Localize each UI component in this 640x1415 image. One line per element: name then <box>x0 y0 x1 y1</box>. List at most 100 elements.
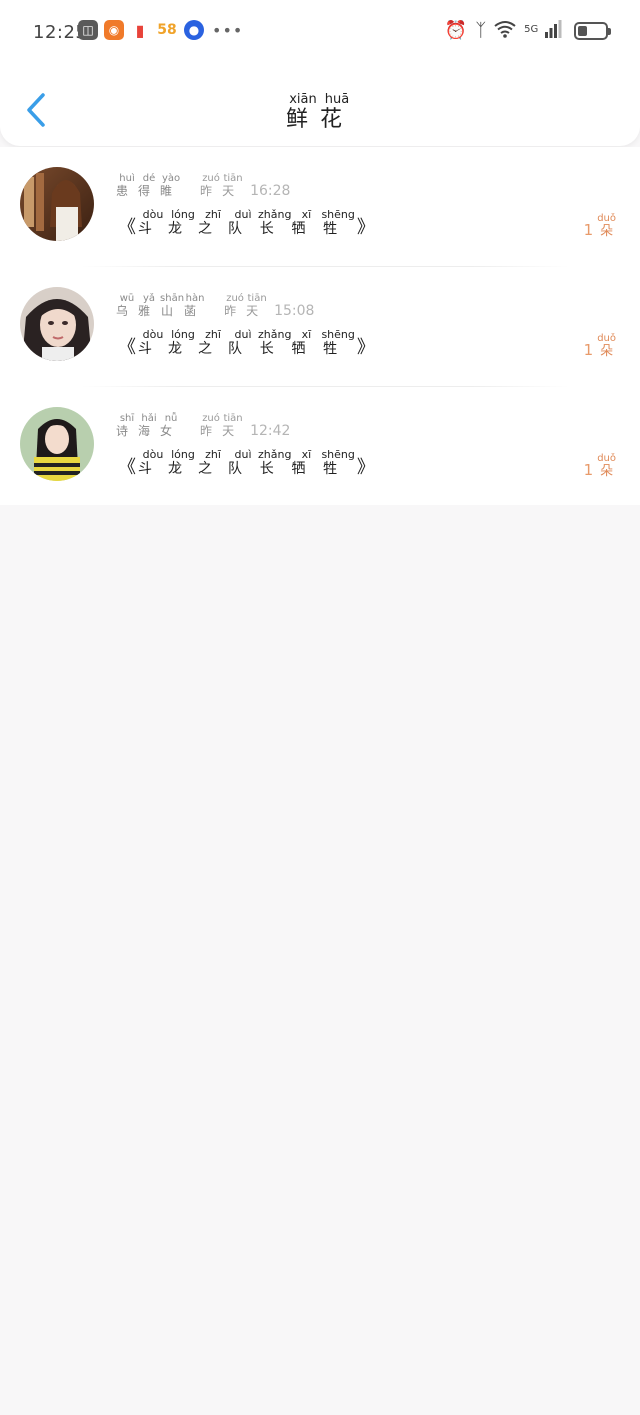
book-title-char: 牺xī <box>291 448 322 477</box>
network-type-label: 5G <box>524 24 539 35</box>
book-title-pinyin: duì <box>228 448 258 461</box>
kuaishou-icon: ◉ <box>104 20 124 40</box>
flower-unit-char: 朵 <box>597 464 616 479</box>
title-pinyin: xiān <box>285 92 320 107</box>
wifi-icon-graphic <box>494 21 516 38</box>
sender-name-pinyin: huì <box>116 173 138 184</box>
book-title-char: 牲shēng <box>321 448 355 477</box>
message-date-char-text: 天 <box>246 304 269 318</box>
sender-name-char-text: 雅 <box>138 304 161 318</box>
open-bracket: 《 <box>118 457 136 478</box>
close-bracket: 》 <box>356 457 375 478</box>
book-title-char-text: 牲 <box>321 341 355 357</box>
flower-unit: 朵duǒ <box>597 453 616 479</box>
message-row[interactable]: 乌wū雅yǎ山shān菡hàn 昨zuó天tiān 15:08 《斗dòu龙lóng之… <box>0 267 640 387</box>
sender-name-pinyin: hǎi <box>138 413 161 424</box>
book-title-pinyin: dòu <box>138 328 168 341</box>
message-text: 《斗dòu龙lóng之zhī队duì长zhǎng牺xī牲shēng 》 <box>118 208 375 238</box>
book-title-char-text: 牲 <box>321 221 355 237</box>
sender-name-pinyin: shān <box>160 293 185 304</box>
header-card: 12:25 ◫ ◉ ▮ 58 ● ••• ⏰ ᛉ 5G 鲜xiān花huā <box>0 0 640 146</box>
sender-name-char-text: 乌 <box>116 304 139 318</box>
book-title-pinyin: zhǎng <box>258 208 292 221</box>
message-meta: 诗shī海hǎi女nǚ 昨zuó天tiān 12:42 <box>116 413 290 439</box>
book-title-pinyin: xī <box>291 208 322 221</box>
book-title-char-text: 牺 <box>291 461 322 477</box>
message-meta: 患huì得dé睢yào 昨zuó天tiān 16:28 <box>116 173 290 199</box>
book-title-pinyin: lóng <box>168 208 198 221</box>
sender-name-pinyin: yào <box>160 173 183 184</box>
book-title: 斗dòu龙lóng之zhī队duì长zhǎng牺xī牲shēng <box>138 328 355 358</box>
message-date-char-text: 昨 <box>200 184 223 198</box>
book-title-pinyin: lóng <box>168 448 198 461</box>
message-date-char: 昨zuó <box>200 413 222 438</box>
book-title-char: 斗dòu <box>138 328 168 357</box>
message-row[interactable]: 患huì得dé睢yào 昨zuó天tiān 16:28 《斗dòu龙lóng之zhī队… <box>0 147 640 267</box>
avatar[interactable] <box>20 407 94 481</box>
avatar[interactable] <box>20 287 94 361</box>
book-title-pinyin: zhǎng <box>258 448 292 461</box>
book-title-pinyin: zhǎng <box>258 328 292 341</box>
more-dots-icon: ••• <box>212 20 244 40</box>
book-title-char-text: 牲 <box>321 461 355 477</box>
sender-name-char-text: 女 <box>160 424 183 438</box>
message-list: 患huì得dé睢yào 昨zuó天tiān 16:28 《斗dòu龙lóng之zhī队… <box>0 147 640 505</box>
sender-name-pinyin: nǚ <box>160 413 183 424</box>
book-title-pinyin: xī <box>291 328 322 341</box>
title-char-text: 鲜 <box>285 107 320 132</box>
flower-count: 1 朵duǒ <box>584 453 616 479</box>
sender-name: 乌wū雅yǎ山shān菡hàn <box>116 293 206 319</box>
flower-count: 1 朵duǒ <box>584 213 616 239</box>
book-title-pinyin: shēng <box>321 208 355 221</box>
book-title-pinyin: lóng <box>168 328 198 341</box>
sender-name-pinyin: wū <box>116 293 138 304</box>
sender-name-char: 雅yǎ <box>138 293 161 318</box>
book-title-char: 队duì <box>228 208 258 237</box>
signal-bars-icon <box>545 20 562 38</box>
book-title-char-text: 之 <box>198 341 228 357</box>
message-date-pinyin: tiān <box>222 173 245 184</box>
book-title-pinyin: dòu <box>138 448 168 461</box>
message-date-pinyin: tiān <box>222 413 245 424</box>
message-date-char: 昨zuó <box>224 293 246 318</box>
sender-name-char: 得dé <box>138 173 161 198</box>
battery-icon <box>574 22 611 40</box>
status-bar: 12:25 ◫ ◉ ▮ 58 ● ••• ⏰ ᛉ 5G <box>0 14 640 50</box>
book-title-char: 牲shēng <box>321 328 355 357</box>
message-date-pinyin: zuó <box>200 173 223 184</box>
message-date: 昨zuó天tiān <box>224 293 268 319</box>
sender-name-char-text: 患 <box>116 184 139 198</box>
title-pinyin: huā <box>320 92 355 107</box>
message-date: 昨zuó天tiān <box>200 173 244 199</box>
message-date-char-text: 天 <box>222 184 245 198</box>
sender-name-char: 诗shī <box>116 413 138 438</box>
sender-name: 患huì得dé睢yào <box>116 173 182 199</box>
sender-name: 诗shī海hǎi女nǚ <box>116 413 182 439</box>
book-title-char: 之zhī <box>198 328 228 357</box>
book-title-char: 长zhǎng <box>258 208 291 237</box>
book-title-pinyin: duì <box>228 328 258 341</box>
book-title-char-text: 牺 <box>291 221 322 237</box>
sender-name-char: 菡hàn <box>184 293 206 318</box>
message-date-char: 天tiān <box>222 413 244 438</box>
book-title-char: 龙lóng <box>168 328 198 357</box>
book-title-char-text: 队 <box>228 221 258 237</box>
book-title-char: 长zhǎng <box>258 448 291 477</box>
sender-name-char-text: 山 <box>160 304 185 318</box>
bluetooth-icon: ᛉ <box>475 20 487 41</box>
flower-unit-char: 朵 <box>597 224 616 239</box>
message-row[interactable]: 诗shī海hǎi女nǚ 昨zuó天tiān 12:42 《斗dòu龙lóng之zhī队… <box>0 387 640 507</box>
sender-name-char: 海hǎi <box>138 413 160 438</box>
book-title-char: 队duì <box>228 328 258 357</box>
message-date-pinyin: tiān <box>246 293 269 304</box>
sender-name-char: 山shān <box>160 293 185 318</box>
flower-count-number: 1 <box>583 461 594 479</box>
sender-name-char-text: 得 <box>138 184 161 198</box>
sender-name-char-text: 睢 <box>160 184 183 198</box>
book-title-char-text: 牺 <box>291 341 322 357</box>
avatar[interactable] <box>20 167 94 241</box>
book-title-char-text: 龙 <box>168 221 198 237</box>
flower-unit-pinyin: duǒ <box>597 453 616 464</box>
book-title-char-text: 斗 <box>138 461 168 477</box>
sender-name-pinyin: yǎ <box>138 293 161 304</box>
